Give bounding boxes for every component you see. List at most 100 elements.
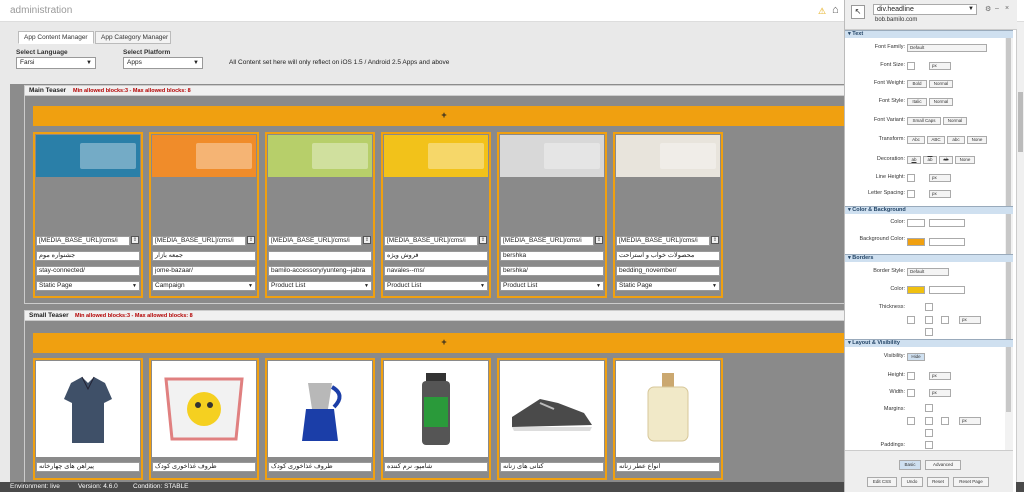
normal-variant-button[interactable]: Normal bbox=[943, 117, 967, 125]
title-field[interactable]: انواع عطر زنانه bbox=[616, 462, 720, 472]
image-url-field[interactable]: [MEDIA_BASE_URL]/cms/i bbox=[152, 236, 246, 246]
normal-weight-button[interactable]: Normal bbox=[929, 80, 953, 88]
title-field[interactable]: پیراهن های چهارخانه bbox=[36, 462, 140, 472]
background-color-swatch[interactable] bbox=[907, 238, 925, 246]
target-slug-field[interactable]: bamilo-accessory/yunteng--jabra bbox=[268, 266, 372, 276]
margin-left-input[interactable] bbox=[907, 417, 915, 425]
undo-button[interactable]: Undo bbox=[901, 477, 923, 487]
padding-top-input[interactable] bbox=[925, 441, 933, 449]
overline-button[interactable]: ab bbox=[923, 156, 937, 164]
image-url-field[interactable]: [MEDIA_BASE_URL]/cms/i bbox=[36, 236, 130, 246]
border-color-swatch[interactable] bbox=[907, 286, 925, 294]
decoration-none-button[interactable]: None bbox=[955, 156, 975, 164]
target-slug-field[interactable]: navales--rns/ bbox=[384, 266, 488, 276]
title-field[interactable]: ظروف غذاخوری کودک bbox=[152, 462, 256, 472]
lowercase-button[interactable]: abc bbox=[947, 136, 965, 144]
unit-select[interactable]: px bbox=[929, 174, 951, 182]
upload-icon[interactable]: ⇪ bbox=[595, 236, 603, 244]
uppercase-button[interactable]: ABC bbox=[927, 136, 945, 144]
close-icon[interactable]: × bbox=[1005, 5, 1009, 12]
target-slug-field[interactable]: jome-bazaar/ bbox=[152, 266, 256, 276]
target-type-select[interactable]: Product List ▼ bbox=[384, 281, 488, 291]
product-image[interactable] bbox=[152, 361, 256, 457]
advanced-mode-button[interactable]: Advanced bbox=[925, 460, 961, 470]
bold-button[interactable]: Bold bbox=[907, 80, 927, 88]
inspector-scrollbar[interactable] bbox=[1005, 30, 1013, 450]
tab-app-content-manager[interactable]: App Content Manager bbox=[18, 31, 94, 44]
target-type-select[interactable]: Static Page ▼ bbox=[36, 281, 140, 291]
upload-icon[interactable]: ⇪ bbox=[479, 236, 487, 244]
banner-image[interactable] bbox=[152, 135, 256, 177]
small-caps-button[interactable]: Small Caps bbox=[907, 117, 941, 125]
upload-icon[interactable]: ⇪ bbox=[363, 236, 371, 244]
section-text[interactable]: ▾ Text bbox=[845, 30, 1013, 38]
title-field[interactable]: فروش ویژه bbox=[384, 251, 488, 261]
target-slug-field[interactable]: bedding_november/ bbox=[616, 266, 720, 276]
thickness-right-input[interactable] bbox=[941, 316, 949, 324]
unit-select[interactable]: px bbox=[959, 417, 981, 425]
tab-app-category-manager[interactable]: App Category Manager bbox=[95, 31, 171, 44]
product-image[interactable] bbox=[268, 361, 372, 457]
margin-right-input[interactable] bbox=[941, 417, 949, 425]
product-image[interactable] bbox=[36, 361, 140, 457]
language-select[interactable]: Farsi ▼ bbox=[16, 57, 96, 69]
image-url-field[interactable]: [MEDIA_BASE_URL]/cms/i bbox=[616, 236, 710, 246]
italic-button[interactable]: Italic bbox=[907, 98, 927, 106]
hide-button[interactable]: Hide bbox=[907, 353, 925, 361]
warning-icon[interactable]: ⚠ bbox=[818, 6, 826, 17]
upload-icon[interactable]: ⇪ bbox=[711, 236, 719, 244]
target-type-select[interactable]: Product List ▼ bbox=[268, 281, 372, 291]
basic-mode-button[interactable]: Basic bbox=[899, 460, 921, 470]
strikethrough-button[interactable]: ab bbox=[939, 156, 953, 164]
upload-icon[interactable]: ⇪ bbox=[131, 236, 139, 244]
title-field[interactable]: شامپو، نرم کننده bbox=[384, 462, 488, 472]
target-slug-field[interactable]: stay-connected/ bbox=[36, 266, 140, 276]
section-borders[interactable]: ▾ Borders bbox=[845, 254, 1013, 262]
target-slug-field[interactable]: bershka/ bbox=[500, 266, 604, 276]
capitalize-button[interactable]: Abc bbox=[907, 136, 925, 144]
font-family-select[interactable]: Default bbox=[907, 44, 987, 52]
reset-button[interactable]: Reset bbox=[927, 477, 949, 487]
upload-icon[interactable]: ⇪ bbox=[247, 236, 255, 244]
title-field[interactable]: کتانی های زنانه bbox=[500, 462, 604, 472]
unit-select[interactable]: px bbox=[929, 62, 951, 70]
unit-select[interactable]: px bbox=[929, 190, 951, 198]
title-field[interactable]: محصولات خواب و استراحت bbox=[616, 251, 720, 261]
title-field[interactable]: bershka bbox=[500, 251, 604, 261]
title-field[interactable]: ظروف غذاخوری کودک bbox=[268, 462, 372, 472]
normal-style-button[interactable]: Normal bbox=[929, 98, 953, 106]
home-icon[interactable]: ⌂ bbox=[832, 4, 839, 16]
product-image[interactable] bbox=[616, 361, 720, 457]
letter-spacing-input[interactable] bbox=[907, 190, 915, 198]
height-input[interactable] bbox=[907, 372, 915, 380]
edit-css-button[interactable]: Edit CSS bbox=[867, 477, 897, 487]
image-url-field[interactable]: [MEDIA_BASE_URL]/cms/i bbox=[268, 236, 362, 246]
image-url-field[interactable]: [MEDIA_BASE_URL]/cms/i bbox=[500, 236, 594, 246]
line-height-input[interactable] bbox=[907, 174, 915, 182]
font-size-input[interactable] bbox=[907, 62, 915, 70]
title-field[interactable]: جمعه بازار bbox=[152, 251, 256, 261]
margin-top-input[interactable] bbox=[925, 404, 933, 412]
unit-select[interactable]: px bbox=[959, 316, 981, 324]
transform-none-button[interactable]: None bbox=[967, 136, 987, 144]
product-image[interactable] bbox=[384, 361, 488, 457]
color-swatch[interactable] bbox=[907, 219, 925, 227]
minimize-icon[interactable]: – bbox=[995, 5, 999, 12]
target-type-select[interactable]: Campaign ▼ bbox=[152, 281, 256, 291]
section-color-background[interactable]: ▾ Color & Background bbox=[845, 206, 1013, 214]
thickness-top-input[interactable] bbox=[925, 303, 933, 311]
reset-page-button[interactable]: Reset Page bbox=[953, 477, 989, 487]
title-field[interactable]: جشنواره موم bbox=[36, 251, 140, 261]
thickness-left-input[interactable] bbox=[907, 316, 915, 324]
thickness-bottom-input[interactable] bbox=[925, 328, 933, 336]
banner-image[interactable] bbox=[36, 135, 140, 177]
target-type-select[interactable]: Product List ▼ bbox=[500, 281, 604, 291]
section-layout-visibility[interactable]: ▾ Layout & Visibility bbox=[845, 339, 1013, 347]
page-scrollbar[interactable] bbox=[1016, 22, 1024, 482]
border-color-input[interactable] bbox=[929, 286, 965, 294]
gear-icon[interactable]: ⚙ bbox=[985, 5, 991, 13]
background-color-input[interactable] bbox=[929, 238, 965, 246]
product-image[interactable] bbox=[500, 361, 604, 457]
unit-select[interactable]: px bbox=[929, 389, 951, 397]
pointer-icon[interactable]: ↖ bbox=[851, 5, 865, 19]
